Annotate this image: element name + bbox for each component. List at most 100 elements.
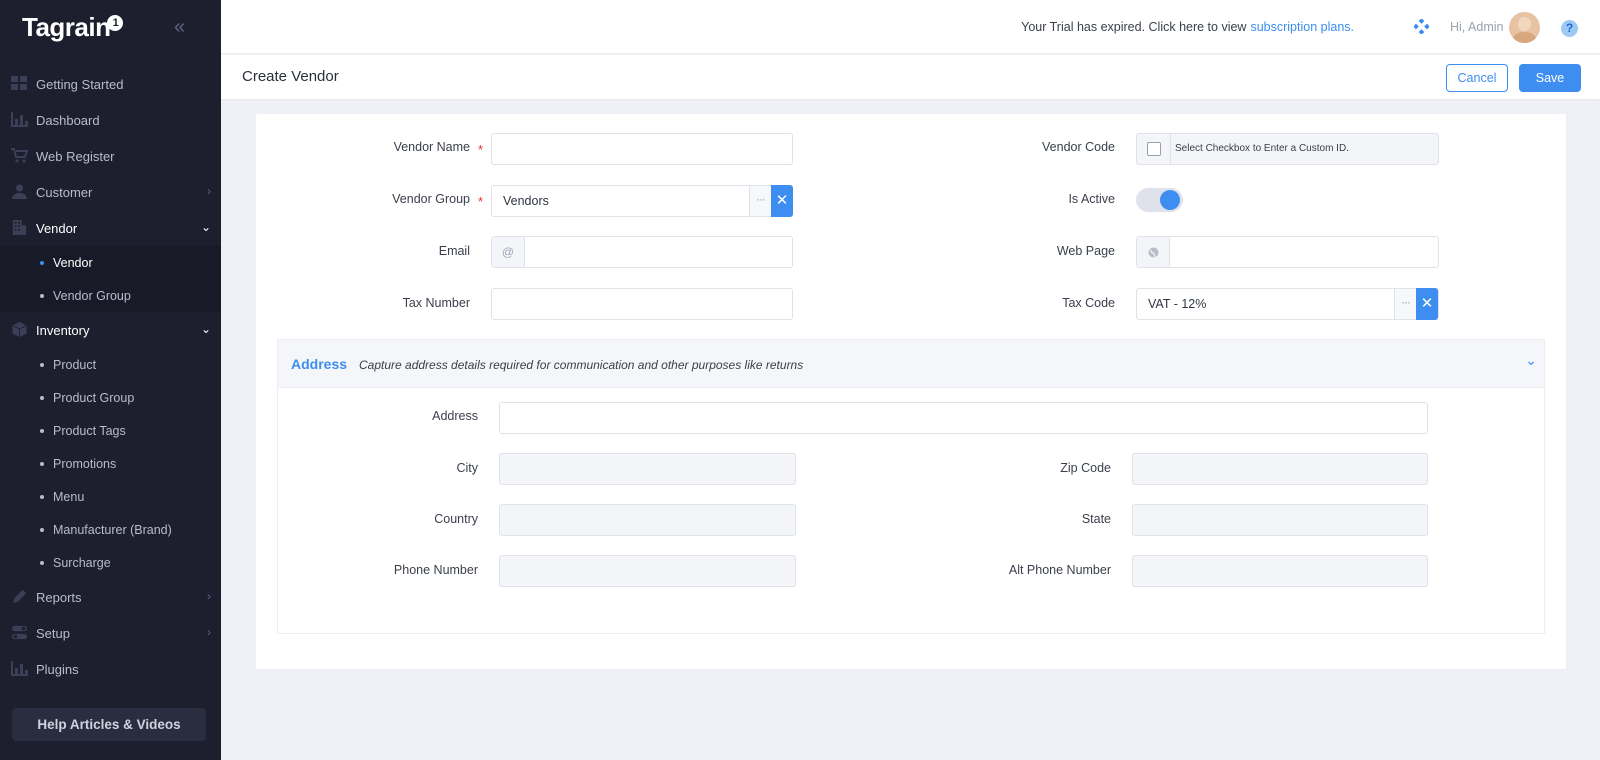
cancel-button[interactable]: Cancel: [1446, 64, 1508, 92]
sidebar-item-plugins[interactable]: Plugins: [0, 651, 221, 687]
country-label: Country: [434, 512, 478, 526]
subitem-label: Promotions: [53, 456, 117, 471]
divider: [1170, 134, 1171, 164]
state-select[interactable]: [1132, 504, 1428, 536]
chevron-down-icon: ⌄: [200, 220, 211, 234]
bullet-dot: [40, 396, 44, 400]
vendor-group-select[interactable]: Vendors ··· ✕: [491, 185, 793, 217]
vendor-code-field: Select Checkbox to Enter a Custom ID.: [1136, 133, 1439, 165]
sidebar-item-reports[interactable]: Reports ›: [0, 579, 221, 615]
sidebar-subitem-vendor-group[interactable]: Vendor Group: [0, 279, 221, 312]
is-active-label: Is Active: [1068, 192, 1115, 206]
sidebar-item-dashboard[interactable]: Dashboard: [0, 102, 221, 138]
bullet-dot: [40, 363, 44, 367]
chevron-right-icon: ›: [207, 589, 211, 603]
building-icon: [12, 220, 27, 235]
page-title: Create Vendor: [242, 68, 339, 85]
address-section-title: Address: [291, 356, 348, 372]
web-page-input[interactable]: [1136, 236, 1439, 268]
subitem-label: Product Tags: [53, 423, 126, 438]
sidebar-subitem-product[interactable]: Product: [0, 348, 221, 381]
subitem-label: Surcharge: [53, 555, 111, 570]
tax-code-select[interactable]: VAT - 12% ··· ✕: [1136, 288, 1439, 320]
phone-number-input[interactable]: [499, 555, 796, 587]
is-active-toggle[interactable]: [1136, 188, 1183, 212]
vendor-name-label: Vendor Name: [393, 140, 470, 154]
sidebar-item-label: Inventory: [36, 322, 90, 338]
sidebar-subitem-manufacturer[interactable]: Manufacturer (Brand): [0, 513, 221, 546]
avatar-head: [1518, 17, 1531, 31]
tax-number-label: Tax Number: [402, 296, 470, 310]
topbar: Your Trial has expired. Click here to vi…: [221, 0, 1600, 54]
save-button[interactable]: Save: [1519, 64, 1581, 92]
custom-id-hint: Select Checkbox to Enter a Custom ID.: [1175, 143, 1349, 154]
tax-number-input[interactable]: [491, 288, 793, 320]
avatar-body: [1513, 32, 1536, 43]
help-articles-button[interactable]: Help Articles & Videos: [12, 708, 206, 741]
sidebar-item-vendor[interactable]: Vendor ⌄: [0, 210, 221, 246]
sidebar-subitem-menu[interactable]: Menu: [0, 480, 221, 513]
bullet-dot: [40, 528, 44, 532]
zip-code-input[interactable]: [1132, 453, 1428, 485]
chevron-right-icon: ›: [207, 184, 211, 198]
sidebar-subitem-vendor[interactable]: Vendor: [0, 246, 221, 279]
state-label: State: [1081, 512, 1111, 526]
sidebar-subitem-product-group[interactable]: Product Group: [0, 381, 221, 414]
sidebar: Tagrain 1 « Getting Started Dashboard Web…: [0, 0, 221, 760]
address-section-header[interactable]: Address Capture address details required…: [278, 340, 1544, 388]
more-options-icon[interactable]: ···: [1394, 289, 1416, 319]
page-header: Create Vendor Cancel Save: [221, 55, 1600, 99]
country-select[interactable]: [499, 504, 796, 536]
sidebar-subitem-surcharge[interactable]: Surcharge: [0, 546, 221, 579]
sidebar-item-label: Dashboard: [36, 112, 100, 128]
chevron-down-icon[interactable]: ⌄: [1525, 352, 1537, 369]
help-icon[interactable]: ?: [1561, 20, 1578, 37]
vendor-group-label: Vendor Group: [392, 192, 470, 206]
sidebar-item-inventory[interactable]: Inventory ⌄: [0, 312, 221, 348]
logo-mark: 1: [107, 15, 124, 31]
email-field[interactable]: @: [491, 236, 793, 268]
bullet-dot: [40, 561, 44, 565]
address-section-description: Capture address details required for com…: [359, 358, 804, 372]
city-input[interactable]: [499, 453, 796, 485]
address-input[interactable]: [499, 402, 1428, 434]
clear-icon[interactable]: ✕: [771, 185, 793, 217]
email-label: Email: [438, 244, 470, 258]
sidebar-item-web-register[interactable]: Web Register: [0, 138, 221, 174]
collapse-sidebar-icon[interactable]: «: [174, 16, 185, 39]
vendor-group-value: Vendors: [503, 194, 549, 208]
alt-phone-number-input[interactable]: [1132, 555, 1428, 587]
more-options-icon[interactable]: ···: [749, 186, 771, 216]
chart-icon: [11, 661, 28, 676]
clear-icon[interactable]: ✕: [1416, 288, 1438, 320]
sidebar-item-label: Plugins: [36, 661, 79, 677]
chart-icon: [11, 112, 28, 127]
vendor-name-input[interactable]: [491, 133, 793, 165]
pen-icon: [12, 589, 27, 604]
sidebar-nav: Getting Started Dashboard Web Register C…: [0, 66, 221, 687]
apps-diamond-icon[interactable]: [1414, 19, 1429, 34]
bullet-dot: [40, 495, 44, 499]
subitem-label: Manufacturer (Brand): [53, 522, 172, 537]
avatar[interactable]: [1509, 12, 1540, 43]
subitem-label: Product: [53, 357, 97, 372]
subitem-label: Menu: [53, 489, 85, 504]
sidebar-item-customer[interactable]: Customer ›: [0, 174, 221, 210]
address-section: Address Capture address details required…: [277, 339, 1545, 634]
phone-number-label: Phone Number: [393, 563, 478, 577]
sidebar-subitem-product-tags[interactable]: Product Tags: [0, 414, 221, 447]
sidebar-subitem-promotions[interactable]: Promotions: [0, 447, 221, 480]
city-label: City: [456, 461, 478, 475]
subitem-label: Vendor Group: [53, 288, 131, 303]
subscription-plans-link[interactable]: subscription plans.: [1250, 20, 1354, 34]
sidebar-item-setup[interactable]: Setup ›: [0, 615, 221, 651]
vendor-submenu: Vendor Vendor Group: [0, 246, 221, 312]
grid-icon: [11, 76, 27, 90]
app-logo[interactable]: Tagrain 1: [22, 12, 124, 43]
tax-code-value: VAT - 12%: [1148, 297, 1207, 311]
subitem-label: Product Group: [53, 390, 135, 405]
sidebar-item-label: Setup: [36, 625, 70, 641]
custom-id-checkbox[interactable]: [1147, 142, 1161, 156]
chevron-right-icon: ›: [207, 625, 211, 639]
sidebar-item-getting-started[interactable]: Getting Started: [0, 66, 221, 102]
